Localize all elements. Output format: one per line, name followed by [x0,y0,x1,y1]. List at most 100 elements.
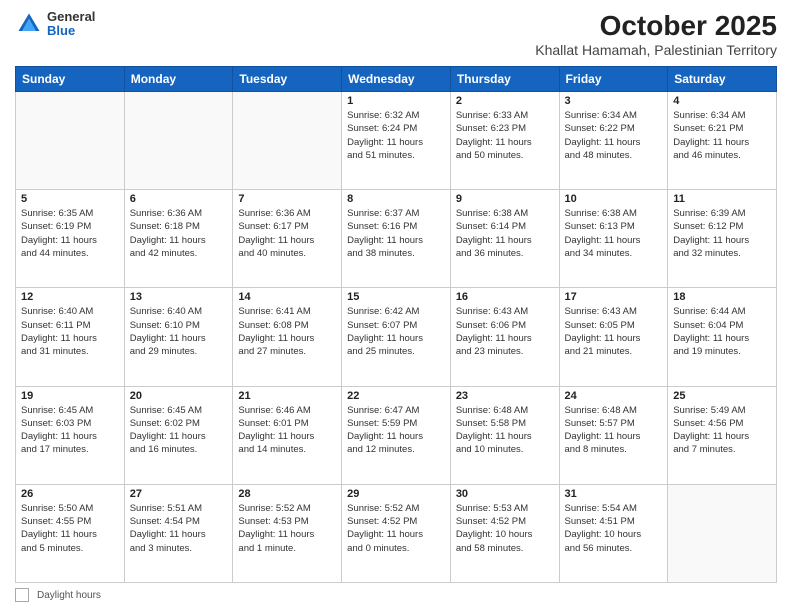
day-number: 20 [130,390,228,402]
day-number: 25 [673,390,771,402]
calendar-week-row: 26 Sunrise: 5:50 AM Sunset: 4:55 PM Dayli… [16,484,777,582]
day-number: 29 [347,488,445,500]
footer: Daylight hours [15,588,777,602]
day-info: Sunrise: 6:40 AM Sunset: 6:11 PM Dayligh… [21,305,119,358]
day-info: Sunrise: 6:33 AM Sunset: 6:23 PM Dayligh… [456,109,554,162]
day-info: Sunrise: 6:43 AM Sunset: 6:05 PM Dayligh… [565,305,663,358]
calendar-day-cell: 14Sunrise: 6:41 AM Sunset: 6:08 PM Dayli… [233,288,342,386]
day-number: 31 [565,488,663,500]
calendar-day-cell: 30 Sunrise: 5:53 AM Sunset: 4:52 PM Dayli… [450,484,559,582]
title-block: October 2025 Khallat Hamamah, Palestinia… [535,10,777,58]
calendar-day-cell: 18 Sunrise: 6:44 AM Sunset: 6:04 PM Dayli… [668,288,777,386]
day-number: 12 [21,291,119,303]
calendar-table: SundayMondayTuesdayWednesdayThursdayFrid… [15,66,777,583]
day-info: Sunrise: 6:36 AM Sunset: 6:18 PM Dayligh… [130,207,228,260]
page-title: October 2025 [535,10,777,42]
calendar-day-cell: 10 Sunrise: 6:38 AM Sunset: 6:13 PM Dayli… [559,190,668,288]
page: General Blue October 2025 Khallat Hamama… [0,0,792,612]
day-info: Sunrise: 6:39 AM Sunset: 6:12 PM Dayligh… [673,207,771,260]
day-info: Sunrise: 6:46 AM Sunset: 6:01 PM Dayligh… [238,404,336,457]
day-info: Sunrise: 6:43 AM Sunset: 6:06 PM Dayligh… [456,305,554,358]
day-info: Sunrise: 5:52 AM Sunset: 4:53 PM Dayligh… [238,502,336,555]
day-number: 6 [130,193,228,205]
day-info: Sunrise: 6:36 AM Sunset: 6:17 PM Dayligh… [238,207,336,260]
calendar-day-header: Saturday [668,67,777,92]
calendar-day-cell [668,484,777,582]
day-number: 24 [565,390,663,402]
logo-general-text: General [47,10,95,24]
day-number: 28 [238,488,336,500]
day-number: 27 [130,488,228,500]
logo-icon [15,10,43,38]
day-info: Sunrise: 6:34 AM Sunset: 6:22 PM Dayligh… [565,109,663,162]
logo: General Blue [15,10,95,39]
calendar-day-cell: 1Sunrise: 6:32 AM Sunset: 6:24 PM Daylig… [342,92,451,190]
day-info: Sunrise: 5:50 AM Sunset: 4:55 PM Dayligh… [21,502,119,555]
day-info: Sunrise: 6:44 AM Sunset: 6:04 PM Dayligh… [673,305,771,358]
page-subtitle: Khallat Hamamah, Palestinian Territory [535,42,777,58]
logo-blue-text: Blue [47,24,95,38]
day-number: 16 [456,291,554,303]
calendar-day-cell: 25 Sunrise: 5:49 AM Sunset: 4:56 PM Dayli… [668,386,777,484]
day-number: 3 [565,95,663,107]
calendar-day-cell: 4 Sunrise: 6:34 AM Sunset: 6:21 PM Daylig… [668,92,777,190]
day-info: Sunrise: 5:54 AM Sunset: 4:51 PM Dayligh… [565,502,663,555]
calendar-week-row: 1Sunrise: 6:32 AM Sunset: 6:24 PM Daylig… [16,92,777,190]
calendar-day-cell: 11 Sunrise: 6:39 AM Sunset: 6:12 PM Dayli… [668,190,777,288]
day-info: Sunrise: 6:41 AM Sunset: 6:08 PM Dayligh… [238,305,336,358]
day-number: 30 [456,488,554,500]
day-number: 11 [673,193,771,205]
calendar-day-cell: 26 Sunrise: 5:50 AM Sunset: 4:55 PM Dayli… [16,484,125,582]
day-info: Sunrise: 6:45 AM Sunset: 6:03 PM Dayligh… [21,404,119,457]
calendar-week-row: 19 Sunrise: 6:45 AM Sunset: 6:03 PM Dayli… [16,386,777,484]
calendar-day-cell: 22Sunrise: 6:47 AM Sunset: 5:59 PM Dayli… [342,386,451,484]
day-info: Sunrise: 6:37 AM Sunset: 6:16 PM Dayligh… [347,207,445,260]
day-info: Sunrise: 6:42 AM Sunset: 6:07 PM Dayligh… [347,305,445,358]
calendar-day-cell [124,92,233,190]
calendar-header-row: SundayMondayTuesdayWednesdayThursdayFrid… [16,67,777,92]
calendar-day-cell: 7 Sunrise: 6:36 AM Sunset: 6:17 PM Daylig… [233,190,342,288]
day-number: 17 [565,291,663,303]
day-info: Sunrise: 6:47 AM Sunset: 5:59 PM Dayligh… [347,404,445,457]
day-number: 8 [347,193,445,205]
day-info: Sunrise: 5:49 AM Sunset: 4:56 PM Dayligh… [673,404,771,457]
day-info: Sunrise: 6:38 AM Sunset: 6:13 PM Dayligh… [565,207,663,260]
day-number: 26 [21,488,119,500]
calendar-day-cell: 15Sunrise: 6:42 AM Sunset: 6:07 PM Dayli… [342,288,451,386]
calendar-day-cell: 31 Sunrise: 5:54 AM Sunset: 4:51 PM Dayli… [559,484,668,582]
calendar-day-cell: 2 Sunrise: 6:33 AM Sunset: 6:23 PM Daylig… [450,92,559,190]
day-number: 10 [565,193,663,205]
day-number: 5 [21,193,119,205]
day-number: 7 [238,193,336,205]
day-number: 21 [238,390,336,402]
calendar-day-cell: 21 Sunrise: 6:46 AM Sunset: 6:01 PM Dayli… [233,386,342,484]
calendar-day-header: Sunday [16,67,125,92]
calendar-day-cell: 23 Sunrise: 6:48 AM Sunset: 5:58 PM Dayli… [450,386,559,484]
day-info: Sunrise: 6:48 AM Sunset: 5:58 PM Dayligh… [456,404,554,457]
logo-text: General Blue [47,10,95,39]
calendar-day-cell: 16 Sunrise: 6:43 AM Sunset: 6:06 PM Dayli… [450,288,559,386]
day-number: 2 [456,95,554,107]
day-number: 23 [456,390,554,402]
calendar-day-cell: 19 Sunrise: 6:45 AM Sunset: 6:03 PM Dayli… [16,386,125,484]
day-number: 4 [673,95,771,107]
calendar-day-header: Tuesday [233,67,342,92]
day-info: Sunrise: 6:38 AM Sunset: 6:14 PM Dayligh… [456,207,554,260]
day-info: Sunrise: 6:35 AM Sunset: 6:19 PM Dayligh… [21,207,119,260]
calendar-day-cell: 6 Sunrise: 6:36 AM Sunset: 6:18 PM Daylig… [124,190,233,288]
day-info: Sunrise: 6:48 AM Sunset: 5:57 PM Dayligh… [565,404,663,457]
day-number: 18 [673,291,771,303]
calendar-day-cell: 28 Sunrise: 5:52 AM Sunset: 4:53 PM Dayli… [233,484,342,582]
calendar-day-cell: 27Sunrise: 5:51 AM Sunset: 4:54 PM Dayli… [124,484,233,582]
calendar-day-cell: 20Sunrise: 6:45 AM Sunset: 6:02 PM Dayli… [124,386,233,484]
day-number: 19 [21,390,119,402]
calendar-day-cell [16,92,125,190]
daylight-label: Daylight hours [37,590,101,601]
calendar-day-header: Monday [124,67,233,92]
calendar-day-cell: 5 Sunrise: 6:35 AM Sunset: 6:19 PM Daylig… [16,190,125,288]
day-info: Sunrise: 5:53 AM Sunset: 4:52 PM Dayligh… [456,502,554,555]
day-info: Sunrise: 6:34 AM Sunset: 6:21 PM Dayligh… [673,109,771,162]
calendar-day-cell [233,92,342,190]
calendar-day-cell: 24 Sunrise: 6:48 AM Sunset: 5:57 PM Dayli… [559,386,668,484]
daylight-box [15,588,29,602]
